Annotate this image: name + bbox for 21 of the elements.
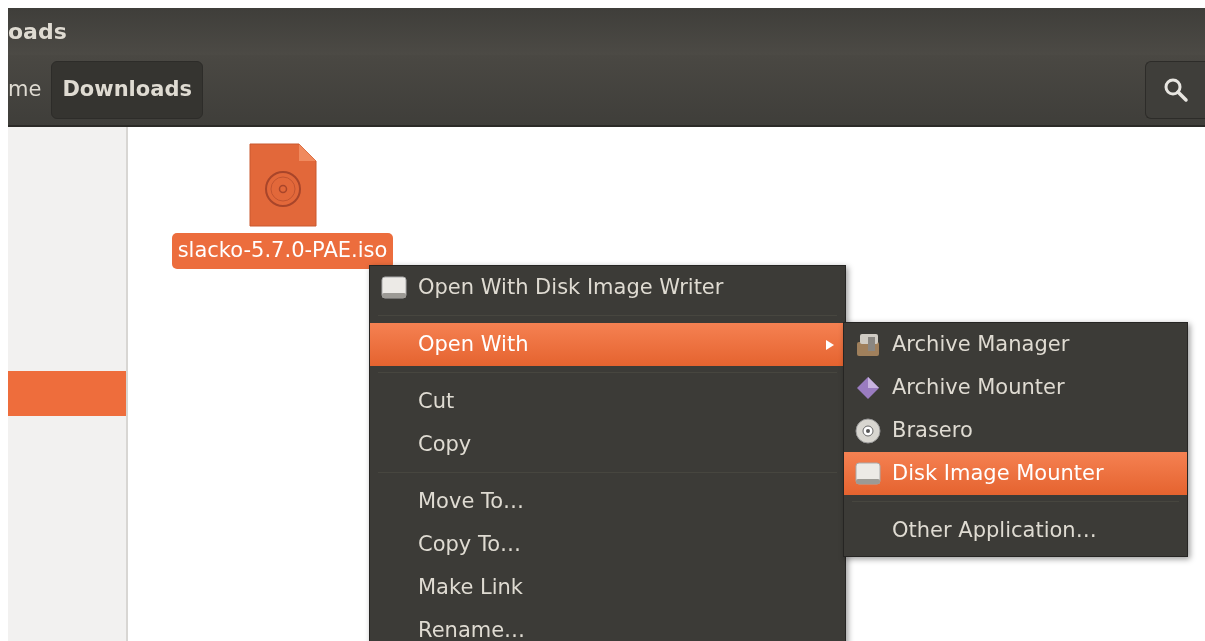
drive-icon bbox=[854, 459, 882, 488]
menu-item[interactable]: Other Application… bbox=[844, 509, 1187, 552]
search-icon bbox=[1162, 77, 1189, 103]
disc-file-icon[interactable] bbox=[248, 143, 317, 227]
disc-icon bbox=[854, 416, 882, 445]
menu-item[interactable]: Make Link bbox=[370, 566, 845, 609]
menu-item[interactable]: Move To… bbox=[370, 480, 845, 523]
window-title: oads bbox=[8, 18, 67, 46]
menu-item[interactable]: Brasero bbox=[844, 409, 1187, 452]
breadcrumb-button[interactable]: Downloads bbox=[51, 61, 203, 119]
submenu-arrow-icon bbox=[825, 338, 835, 351]
drive-icon bbox=[380, 273, 408, 302]
menu-item[interactable]: Archive Manager bbox=[844, 323, 1187, 366]
menu-item[interactable]: Copy bbox=[370, 423, 845, 466]
menu-item[interactable]: Copy To… bbox=[370, 523, 845, 566]
menu-item[interactable]: Cut bbox=[370, 380, 845, 423]
menu-item[interactable]: Rename… bbox=[370, 609, 845, 641]
menu-item[interactable]: Archive Mounter bbox=[844, 366, 1187, 409]
menu-item[interactable]: Open With Disk Image Writer bbox=[370, 266, 845, 309]
breadcrumb-button[interactable]: me bbox=[8, 61, 52, 119]
search-button[interactable] bbox=[1145, 61, 1205, 119]
